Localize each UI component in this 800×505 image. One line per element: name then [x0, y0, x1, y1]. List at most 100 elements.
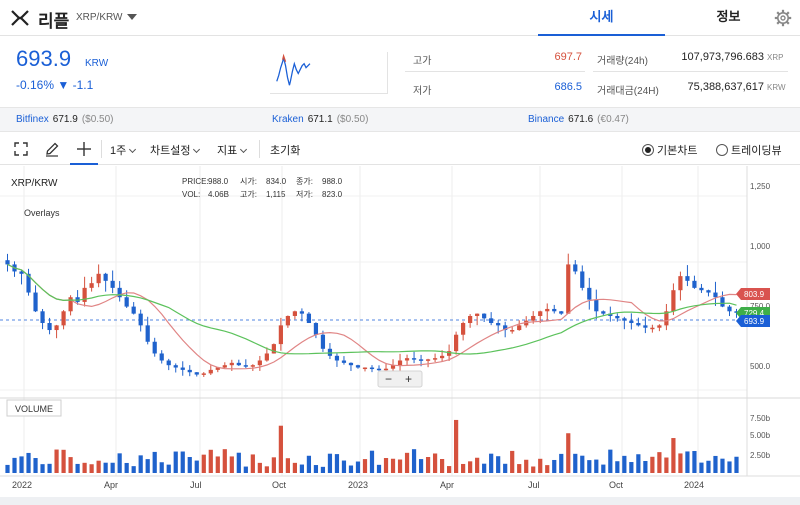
coin-select-chevron-down-icon[interactable]: [127, 14, 137, 20]
candle[interactable]: [159, 353, 164, 361]
candle[interactable]: [187, 369, 192, 373]
candle[interactable]: [362, 367, 368, 370]
candle[interactable]: [432, 358, 438, 360]
candle[interactable]: [292, 311, 297, 316]
pencil-draw-icon[interactable]: [44, 141, 60, 157]
gear-icon[interactable]: [774, 9, 792, 27]
candle[interactable]: [699, 287, 704, 291]
candle[interactable]: [33, 292, 38, 312]
candle[interactable]: [47, 323, 52, 331]
candle[interactable]: [671, 290, 676, 312]
candle[interactable]: [376, 368, 382, 371]
candle[interactable]: [201, 373, 206, 375]
chart-settings-dropdown[interactable]: 차트설정: [150, 142, 201, 158]
candle[interactable]: [439, 355, 445, 359]
indicators-dropdown[interactable]: 지표: [217, 142, 248, 158]
candle[interactable]: [531, 315, 536, 321]
candle[interactable]: [629, 320, 634, 324]
candle[interactable]: [103, 273, 108, 281]
candle[interactable]: [369, 367, 375, 370]
candle[interactable]: [194, 372, 199, 375]
candle[interactable]: [468, 315, 473, 324]
candle[interactable]: [566, 264, 571, 314]
candle[interactable]: [496, 323, 501, 326]
candle[interactable]: [517, 325, 522, 331]
candle[interactable]: [96, 273, 101, 284]
basic-chart-radio[interactable]: 기본차트: [642, 142, 697, 158]
crosshair-tool[interactable]: [70, 133, 98, 165]
price-chart[interactable]: XRP/KRW Overlays PRICE: 988.0 시가: 834.0 …: [0, 166, 800, 498]
candle[interactable]: [425, 359, 431, 361]
candle[interactable]: [334, 355, 340, 361]
candle[interactable]: [166, 360, 171, 366]
candle[interactable]: [208, 369, 213, 374]
zoom-out-button[interactable]: −: [385, 372, 392, 386]
candle[interactable]: [341, 360, 347, 363]
candle[interactable]: [68, 297, 73, 312]
candle[interactable]: [636, 323, 641, 326]
candle[interactable]: [124, 297, 129, 307]
candle[interactable]: [692, 280, 697, 288]
candle[interactable]: [243, 365, 248, 367]
candle[interactable]: [643, 325, 648, 328]
interval-dropdown[interactable]: 1주: [110, 142, 137, 158]
candle[interactable]: [278, 325, 283, 345]
candle[interactable]: [580, 271, 585, 288]
candle[interactable]: [110, 280, 115, 288]
candle[interactable]: [173, 365, 178, 368]
candle[interactable]: [461, 323, 466, 335]
fullscreen-icon[interactable]: [13, 141, 29, 157]
candle[interactable]: [404, 358, 410, 361]
candle[interactable]: [250, 365, 255, 367]
candle[interactable]: [236, 362, 241, 366]
overlays-label[interactable]: Overlays: [24, 208, 60, 218]
candle[interactable]: [552, 308, 557, 312]
tab-market[interactable]: 시세: [538, 0, 665, 36]
candle[interactable]: [615, 315, 620, 319]
candle[interactable]: [685, 276, 690, 281]
candle[interactable]: [355, 365, 361, 368]
candle[interactable]: [131, 306, 136, 314]
candlestick-chart-svg[interactable]: XRP/KRW Overlays PRICE: 988.0 시가: 834.0 …: [0, 166, 800, 498]
candle[interactable]: [138, 313, 143, 326]
candle[interactable]: [285, 315, 290, 326]
candle[interactable]: [650, 327, 655, 330]
zoom-in-button[interactable]: +: [405, 372, 412, 386]
candle[interactable]: [678, 276, 683, 291]
candle[interactable]: [545, 308, 550, 312]
candle[interactable]: [229, 362, 234, 366]
candle[interactable]: [573, 264, 578, 272]
candle[interactable]: [152, 341, 157, 354]
candle[interactable]: [348, 362, 354, 366]
candle[interactable]: [61, 311, 66, 326]
tradingview-radio[interactable]: 트레이딩뷰: [716, 142, 782, 158]
candle[interactable]: [482, 313, 487, 319]
candle[interactable]: [313, 323, 319, 335]
candle[interactable]: [5, 260, 10, 265]
candle[interactable]: [706, 290, 711, 293]
candle[interactable]: [257, 360, 262, 366]
candle[interactable]: [40, 311, 45, 324]
candle[interactable]: [411, 358, 417, 360]
candle[interactable]: [594, 299, 599, 312]
candle[interactable]: [538, 311, 543, 316]
candle[interactable]: [454, 334, 459, 352]
candle[interactable]: [397, 360, 403, 366]
candle[interactable]: [475, 313, 480, 316]
candle[interactable]: [720, 297, 725, 307]
candle[interactable]: [601, 311, 606, 314]
candle[interactable]: [299, 311, 305, 314]
candle[interactable]: [622, 318, 627, 321]
candle[interactable]: [727, 306, 732, 312]
candle[interactable]: [559, 311, 564, 314]
candle[interactable]: [418, 359, 424, 361]
candle[interactable]: [489, 318, 494, 324]
candle[interactable]: [264, 353, 269, 361]
candle[interactable]: [587, 287, 592, 300]
candle[interactable]: [320, 334, 326, 349]
candle[interactable]: [180, 367, 185, 370]
candle[interactable]: [306, 313, 312, 324]
candle[interactable]: [222, 365, 227, 368]
reset-button[interactable]: 초기화: [270, 142, 300, 158]
candle[interactable]: [145, 325, 150, 342]
